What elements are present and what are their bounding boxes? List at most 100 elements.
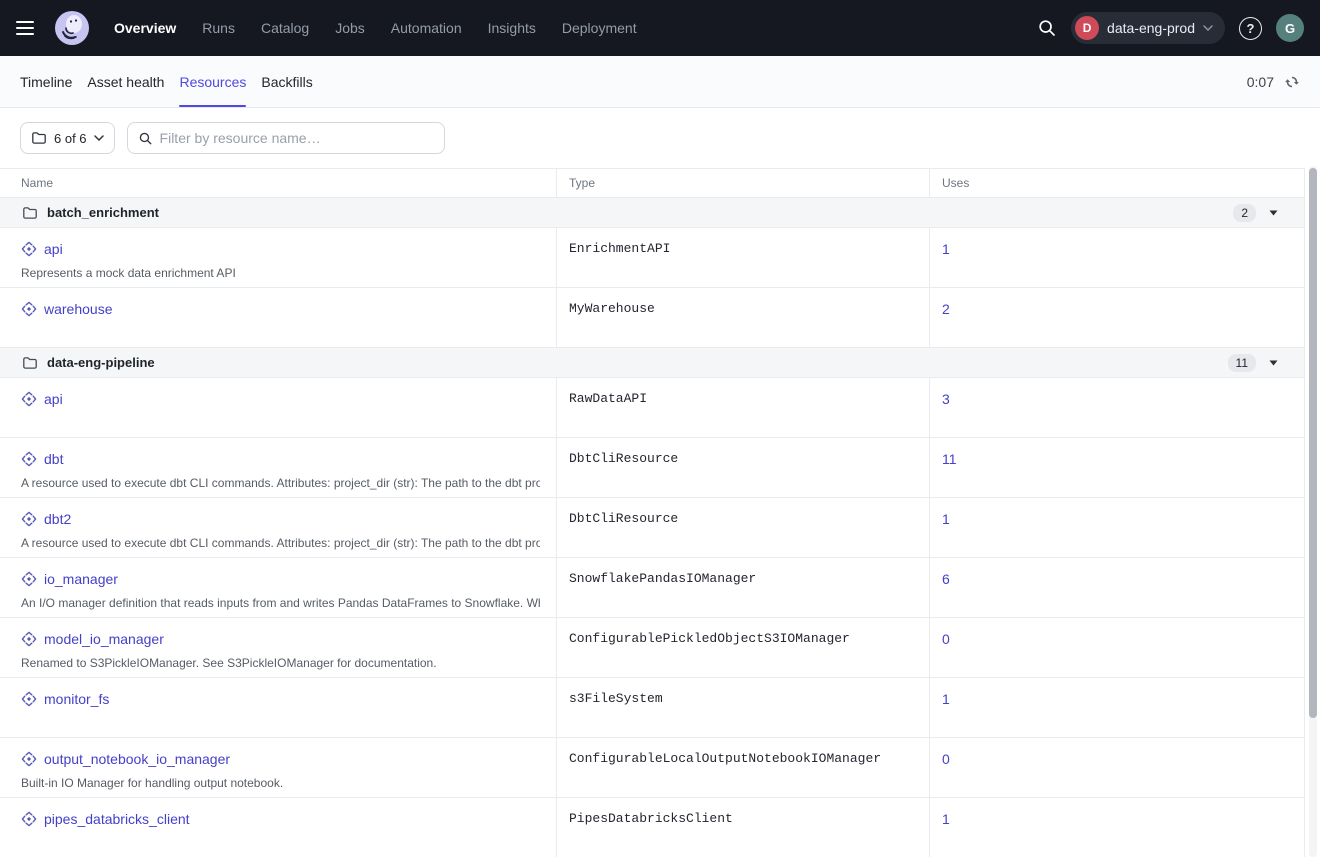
caret-down-icon[interactable] [1269,360,1278,366]
resource-uses-cell: 11 [930,438,1305,497]
resource-name-link[interactable]: pipes_databricks_client [44,811,190,827]
nav-item-deployment[interactable]: Deployment [562,20,637,36]
main-nav: Overview Runs Catalog Jobs Automation Insight… [114,20,637,36]
resource-uses-link[interactable]: 2 [942,301,950,317]
resource-description: A resource used to execute dbt CLI comma… [21,476,540,490]
resource-row-output-notebook-io-manager: output_notebook_io_manager Built-in IO M… [0,738,1305,798]
resource-name-link[interactable]: api [44,391,63,407]
resource-uses-link[interactable]: 1 [942,511,950,527]
tab-resources[interactable]: Resources [179,56,246,107]
resource-name-cell: api Represents a mock data enrichment AP… [0,228,557,287]
resource-uses-link[interactable]: 0 [942,631,950,647]
nav-item-insights[interactable]: Insights [488,20,536,36]
resource-crosshair-icon [21,811,37,827]
dagster-octopus-logo[interactable] [54,10,90,46]
resource-name-link[interactable]: io_manager [44,571,118,587]
resource-uses-link[interactable]: 1 [942,811,950,827]
resource-crosshair-icon [21,571,37,587]
resource-name-link[interactable]: warehouse [44,301,113,317]
resource-uses-cell: 3 [930,378,1305,437]
resource-uses-link[interactable]: 11 [942,451,957,467]
group-row-data-eng-pipeline[interactable]: data-eng-pipeline 11 [0,348,1305,378]
resource-name-link[interactable]: dbt [44,451,63,467]
resource-uses-link[interactable]: 1 [942,241,950,257]
resource-uses-link[interactable]: 3 [942,391,950,407]
resource-crosshair-icon [21,511,37,527]
resource-uses-link[interactable]: 1 [942,691,950,707]
nav-item-catalog[interactable]: Catalog [261,20,309,36]
tabs: Timeline Asset health Resources Backfills [20,56,313,107]
dagster-resources-page: Overview Runs Catalog Jobs Automation Insight… [0,0,1320,857]
resource-crosshair-icon [21,631,37,647]
resource-name-link[interactable]: model_io_manager [44,631,164,647]
group-name: batch_enrichment [47,205,159,220]
refresh-timer: 0:07 [1247,74,1274,90]
resource-row-api: api RawDataAPI 3 [0,378,1305,438]
topnav-right-cluster: D data-eng-prod ? G [1037,12,1304,44]
resource-type-cell: EnrichmentAPI [557,228,930,287]
tab-asset-health[interactable]: Asset health [87,56,164,107]
resource-name-cell: pipes_databricks_client [0,798,557,857]
workspace-switcher[interactable]: D data-eng-prod [1071,12,1225,44]
folder-icon [31,130,47,146]
tab-timeline[interactable]: Timeline [20,56,72,107]
group-name: data-eng-pipeline [47,355,155,370]
resource-uses-link[interactable]: 6 [942,571,950,587]
nav-item-overview[interactable]: Overview [114,20,176,36]
resource-row-pipes-databricks-client: pipes_databricks_client PipesDatabricksC… [0,798,1305,857]
resource-name-link[interactable]: output_notebook_io_manager [44,751,230,767]
resource-row-model-io-manager: model_io_manager Renamed to S3PickleIOMa… [0,618,1305,678]
resource-type-cell: s3FileSystem [557,678,930,737]
resource-row-monitor-fs: monitor_fs s3FileSystem 1 [0,678,1305,738]
refresh-icon[interactable] [1284,74,1300,90]
resource-uses-cell: 0 [930,738,1305,797]
resource-name-cell: io_manager An I/O manager definition tha… [0,558,557,617]
resource-description: Built-in IO Manager for handling output … [21,776,540,790]
resource-row-dbt: dbt A resource used to execute dbt CLI c… [0,438,1305,498]
resource-type-cell: SnowflakePandasIOManager [557,558,930,617]
resource-crosshair-icon [21,301,37,317]
help-icon[interactable]: ? [1239,17,1262,40]
search-icon[interactable] [1037,18,1057,38]
resource-uses-cell: 1 [930,498,1305,557]
column-header-name: Name [0,169,557,197]
resource-search-input[interactable] [160,130,434,146]
user-avatar[interactable]: G [1276,14,1304,42]
secondary-tab-bar: Timeline Asset health Resources Backfills 0… [0,56,1320,108]
resource-row-io-manager: io_manager An I/O manager definition tha… [0,558,1305,618]
resource-name-cell: dbt A resource used to execute dbt CLI c… [0,438,557,497]
resource-uses-link[interactable]: 0 [942,751,950,767]
resource-crosshair-icon [21,241,37,257]
resource-name-link[interactable]: api [44,241,63,257]
resource-type-cell: DbtCliResource [557,498,930,557]
resource-name-cell: monitor_fs [0,678,557,737]
filter-bar: 6 of 6 [0,108,1320,168]
resource-description: Represents a mock data enrichment API [21,266,540,280]
nav-item-automation[interactable]: Automation [391,20,462,36]
group-count-badge: 2 [1233,204,1256,222]
resource-name-cell: output_notebook_io_manager Built-in IO M… [0,738,557,797]
resource-row-dbt2: dbt2 A resource used to execute dbt CLI … [0,498,1305,558]
hamburger-menu-button[interactable] [16,15,42,41]
folder-icon [22,355,38,371]
resource-name-cell: warehouse [0,288,557,347]
nav-item-jobs[interactable]: Jobs [335,20,365,36]
resources-table: Name Type Uses batch_enrichment 2 [0,168,1305,857]
caret-down-icon[interactable] [1269,210,1278,216]
resource-uses-cell: 1 [930,798,1305,857]
resource-uses-cell: 0 [930,618,1305,677]
tab-backfills[interactable]: Backfills [261,56,312,107]
chevron-down-icon [1203,25,1213,31]
group-row-batch-enrichment[interactable]: batch_enrichment 2 [0,198,1305,228]
workspace-badge: D [1075,16,1099,40]
resource-description: Renamed to S3PickleIOManager. See S3Pick… [21,656,540,670]
group-filter-dropdown[interactable]: 6 of 6 [20,122,115,154]
resource-name-link[interactable]: dbt2 [44,511,71,527]
group-count-badge: 11 [1228,354,1256,372]
resource-name-link[interactable]: monitor_fs [44,691,109,707]
column-header-type: Type [557,169,930,197]
vertical-scrollbar-thumb[interactable] [1309,168,1317,718]
resource-crosshair-icon [21,451,37,467]
resource-description: A resource used to execute dbt CLI comma… [21,536,540,550]
nav-item-runs[interactable]: Runs [202,20,235,36]
